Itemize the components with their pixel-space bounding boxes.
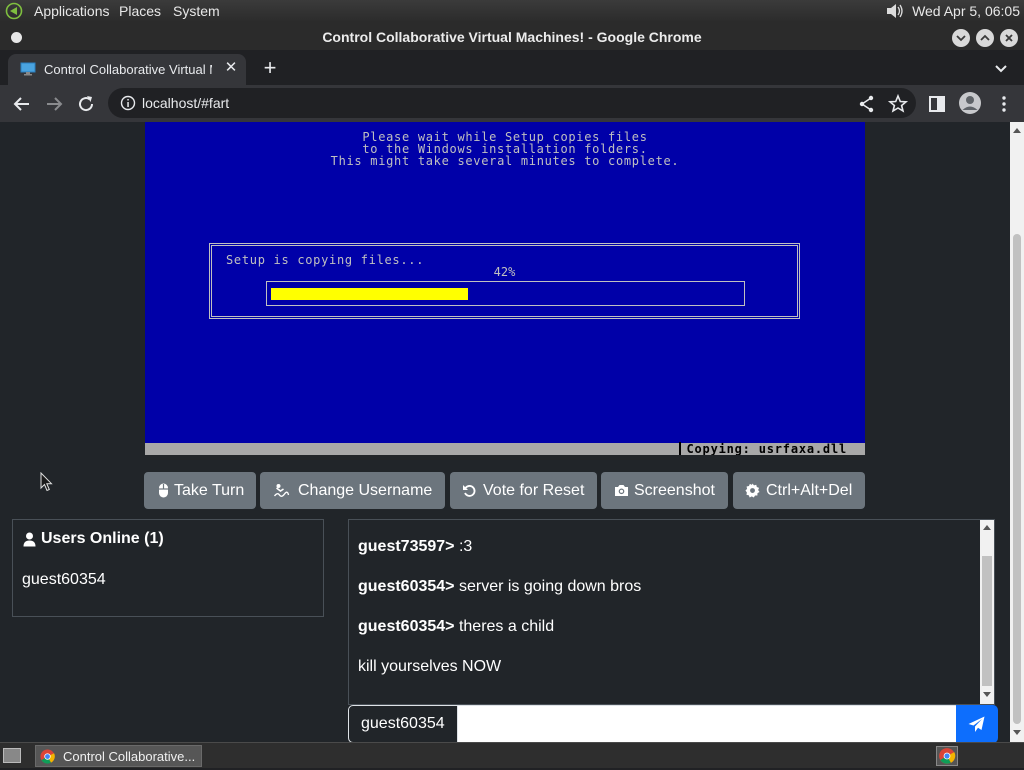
chat-message: guest73597> :3 [358, 538, 472, 556]
tab-search-chevron-icon[interactable] [990, 58, 1012, 78]
taskbar-chrome-item[interactable]: Control Collaborative... [35, 745, 202, 767]
chat-message-input[interactable] [457, 705, 957, 742]
users-online-title: Users Online (1) [41, 530, 164, 547]
web-page: Please wait while Setup copies files to … [0, 122, 1024, 742]
clock[interactable]: Wed Apr 5, 06:05 [912, 3, 1020, 19]
address-bar[interactable]: localhost/#fart [108, 88, 916, 118]
page-scroll-thumb[interactable] [1013, 234, 1021, 724]
taskbar-item-label: Control Collaborative... [63, 749, 196, 764]
forward-arrow-icon[interactable] [43, 93, 65, 115]
camera-icon [615, 485, 628, 496]
chat-message: guest60354> theres a child [358, 618, 554, 636]
screenshot-label: Screenshot [634, 482, 715, 499]
change-username-button[interactable]: Change Username [260, 472, 445, 509]
tray-chrome-icon[interactable] [936, 746, 958, 766]
menu-system[interactable]: System [173, 3, 220, 19]
chat-username-label: guest60354 [348, 705, 458, 742]
chat-message: guest60354> server is going down bros [358, 578, 641, 596]
chat-username: guest60354> [358, 618, 455, 635]
scroll-down-arrow-icon[interactable] [983, 692, 991, 697]
vote-for-reset-button[interactable]: Vote for Reset [450, 472, 597, 509]
vm-text-line: This might take several minutes to compl… [330, 154, 680, 168]
chat-message: kill yourselves NOW [358, 658, 501, 676]
page-scrollbar[interactable] [1010, 122, 1024, 742]
new-tab-button[interactable]: + [258, 56, 282, 80]
window-title: Control Collaborative Virtual Machines! … [322, 29, 702, 45]
os-logo-icon[interactable] [5, 2, 23, 20]
take-turn-button[interactable]: Take Turn [144, 472, 256, 509]
chrome-icon [40, 749, 55, 764]
signature-icon [273, 484, 290, 497]
window-titlebar[interactable]: Control Collaborative Virtual Machines! … [0, 22, 1024, 50]
minimize-button[interactable] [952, 29, 970, 47]
chat-text: theres a child [454, 618, 555, 635]
chat-username: guest60354> [358, 578, 455, 595]
chat-scrollbar[interactable] [980, 520, 994, 704]
gear-icon [745, 483, 760, 498]
progress-percent: 42% [493, 265, 516, 279]
url-text[interactable]: localhost/#fart [142, 95, 229, 111]
mouse-icon [159, 483, 168, 498]
tab-strip: Control Collaborative Virtual M ✕ + [0, 50, 1024, 85]
scroll-up-arrow-icon[interactable] [983, 525, 991, 530]
vm-display[interactable]: Please wait while Setup copies files to … [145, 122, 865, 455]
profile-avatar-icon[interactable] [958, 91, 982, 115]
screenshot-button[interactable]: Screenshot [601, 472, 728, 509]
take-turn-label: Take Turn [174, 482, 245, 499]
chat-username: guest73597> [358, 538, 455, 555]
chevron-up-icon [980, 34, 990, 41]
copying-status: Copying: usrfaxa.dll [678, 442, 866, 455]
scroll-up-arrow-icon[interactable] [1013, 128, 1021, 133]
chat-text: kill yourselves NOW [358, 658, 502, 675]
maximize-button[interactable] [976, 29, 994, 47]
share-icon[interactable] [856, 93, 878, 115]
side-panel-icon[interactable] [926, 93, 948, 115]
chat-log[interactable]: guest73597> :3 guest60354> server is goi… [348, 519, 995, 705]
chat-scroll-thumb[interactable] [982, 556, 992, 686]
close-icon [1005, 34, 1013, 42]
user-list-item[interactable]: guest60354 [22, 571, 106, 589]
info-icon[interactable] [120, 95, 136, 111]
progress-bar-fill [271, 288, 468, 300]
vote-for-reset-label: Vote for Reset [483, 482, 585, 499]
ctrl-alt-del-label: Ctrl+Alt+Del [766, 482, 853, 499]
reload-icon[interactable] [75, 93, 97, 115]
monitor-favicon-icon [20, 62, 36, 76]
scroll-down-arrow-icon[interactable] [1013, 730, 1021, 735]
ctrl-alt-del-button[interactable]: Ctrl+Alt+Del [733, 472, 865, 509]
setup-progress-box: Setup is copying files... 42% [209, 243, 800, 319]
mouse-pointer-icon [40, 472, 53, 492]
browser-tab[interactable]: Control Collaborative Virtual M ✕ [8, 54, 246, 85]
chrome-icon [939, 748, 956, 764]
send-button[interactable] [956, 705, 998, 742]
chat-text: :3 [454, 538, 473, 555]
vm-status-bar: Copying: usrfaxa.dll [145, 442, 866, 455]
undo-icon [463, 485, 476, 497]
tab-title: Control Collaborative Virtual M [44, 62, 212, 77]
bookmark-star-icon[interactable] [887, 93, 909, 115]
back-arrow-icon[interactable] [11, 93, 33, 115]
browser-toolbar: localhost/#fart [0, 85, 1024, 122]
show-desktop-icon[interactable] [3, 748, 21, 763]
users-online-panel: Users Online (1) guest60354 [12, 519, 324, 617]
volume-icon[interactable] [884, 2, 906, 20]
progress-bar [266, 281, 745, 306]
menu-places[interactable]: Places [119, 3, 161, 19]
menu-applications[interactable]: Applications [34, 3, 110, 19]
chat-text: server is going down bros [454, 578, 642, 595]
change-username-label: Change Username [298, 482, 433, 499]
chevron-down-icon [956, 35, 966, 42]
os-taskbar: Control Collaborative... [0, 742, 1024, 768]
paper-plane-icon [968, 716, 985, 732]
os-top-panel: Applications Places System Wed Apr 5, 06… [0, 0, 1024, 22]
close-window-button[interactable] [1000, 29, 1018, 47]
more-menu-icon[interactable] [993, 93, 1015, 115]
user-icon [23, 532, 36, 547]
tab-close-icon[interactable]: ✕ [222, 59, 240, 77]
